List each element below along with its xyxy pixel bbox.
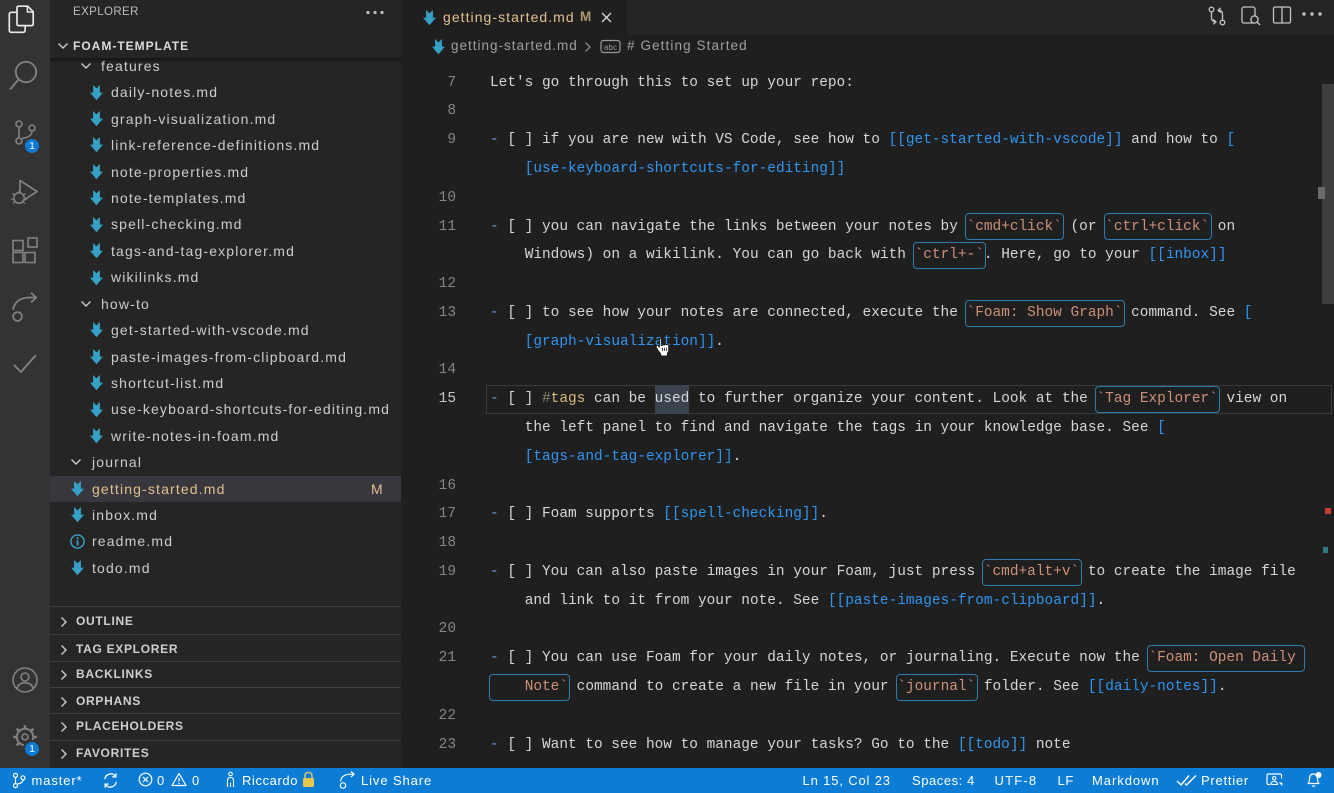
svg-text:abc: abc bbox=[604, 43, 617, 52]
